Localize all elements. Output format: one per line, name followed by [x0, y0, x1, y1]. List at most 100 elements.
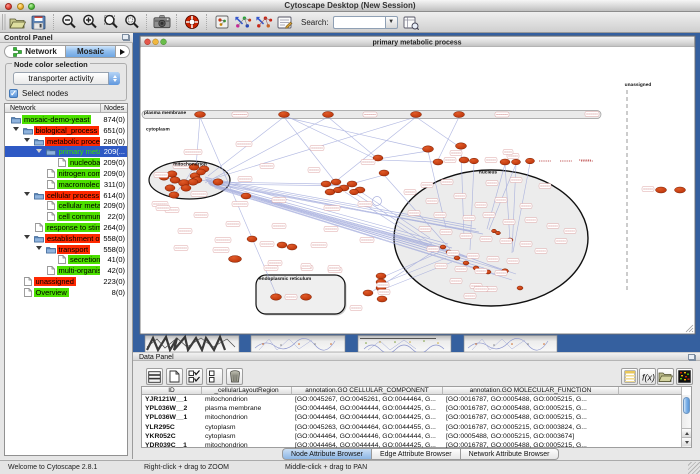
frame-close-button[interactable] — [145, 39, 151, 45]
network-node[interactable] — [454, 256, 460, 260]
network-node[interactable] — [376, 273, 386, 279]
table-scrollbar[interactable] — [681, 395, 691, 447]
float-data-panel-icon[interactable] — [689, 355, 696, 361]
network-node[interactable] — [363, 290, 373, 296]
close-window-button[interactable] — [5, 3, 12, 10]
frame-minimize-button[interactable] — [153, 39, 159, 45]
tree-row-establishment-of-lo[interactable]: establishment of lo558(0) — [5, 233, 127, 244]
new-attribute-button[interactable] — [166, 368, 183, 385]
search-config-button[interactable] — [402, 13, 420, 31]
tab-node-attribute-browser[interactable]: Node Attribute Browser — [282, 448, 372, 460]
table-cell[interactable]: YPL036W__1 — [142, 413, 202, 422]
zoom-in-button[interactable] — [81, 13, 99, 31]
table-header-annotation-go-molecular-function[interactable]: annotation.GO MOLECULAR_FUNCTION — [443, 387, 619, 395]
network-node[interactable] — [517, 286, 523, 290]
network-node[interactable] — [470, 158, 479, 164]
search-input[interactable] — [333, 16, 385, 29]
network-node[interactable] — [181, 185, 191, 191]
table-cell[interactable]: cytoplasm — [202, 432, 292, 441]
table-cell[interactable]: [GO:0016787, GO:0005488, GO:0005215, G..… — [443, 404, 619, 413]
network-node[interactable] — [279, 112, 290, 118]
heatmap-view-button[interactable] — [676, 368, 693, 385]
tree-row-biological-process[interactable]: biological_process651(0) — [5, 125, 127, 136]
tree-row-primary-metabo[interactable]: primary metabo209(... — [5, 146, 127, 157]
import-attributes-button[interactable] — [657, 368, 674, 385]
table-cell[interactable]: [GO:0044464, GO:0044444, GO:0044425, G..… — [292, 404, 443, 413]
table-header-annotation-go-cellular-component[interactable]: annotation.GO CELLULAR_COMPONENT — [292, 387, 443, 395]
network-overlay-a-button[interactable] — [234, 13, 252, 31]
tree-row-transport[interactable]: transport558(0) — [5, 244, 127, 255]
minimize-window-button[interactable] — [17, 3, 24, 10]
background-window[interactable] — [145, 336, 239, 353]
network-node[interactable] — [500, 159, 510, 165]
network-overlay-b-button[interactable] — [255, 13, 273, 31]
tree-expand-arrow-icon[interactable] — [36, 149, 42, 153]
table-cell[interactable]: YKR052C — [142, 432, 202, 441]
network-node[interactable] — [277, 242, 287, 248]
table-cell[interactable]: mitochondrion — [202, 441, 292, 450]
tree-expand-arrow-icon[interactable] — [24, 138, 30, 142]
network-node[interactable] — [463, 261, 469, 265]
table-cell[interactable]: [GO:0045263, GO:0044464, GO:0044455, G..… — [292, 423, 443, 432]
tree-row-mosaic-demo-yeast[interactable]: mosaic-demo-yeast874(0) — [5, 114, 127, 125]
table-cell[interactable]: [GO:0016787, GO:0005488, GO:0005215, G..… — [443, 413, 619, 422]
table-scrollbar-thumb[interactable] — [683, 397, 690, 414]
table-header--cellularlayoutregion[interactable]: _cellularLayoutRegion — [202, 387, 292, 395]
tree-row-overview[interactable]: Overview8(0) — [5, 287, 127, 298]
network-node[interactable] — [287, 244, 297, 250]
network-node[interactable] — [165, 185, 175, 191]
table-cell[interactable]: mitochondrion — [202, 395, 292, 404]
background-window[interactable] — [358, 336, 451, 353]
table-cell[interactable]: plasma membrane — [202, 404, 292, 413]
tree-row-nitrogen-compo[interactable]: nitrogen compo209(0) — [5, 168, 127, 179]
table-cell[interactable]: YLR295C — [142, 423, 202, 432]
tab-network[interactable]: Network — [5, 46, 65, 57]
zoom-out-button[interactable] — [60, 13, 78, 31]
table-cell[interactable]: YPL036W__2 — [142, 404, 202, 413]
table-cell[interactable]: cytoplasm — [202, 423, 292, 432]
network-node[interactable] — [379, 170, 389, 176]
network-node[interactable] — [675, 187, 686, 193]
tree-expand-arrow-icon[interactable] — [36, 246, 42, 250]
network-node[interactable] — [656, 187, 667, 193]
network-node[interactable] — [271, 294, 282, 300]
tree-row-metabolic-process[interactable]: metabolic process280(0) — [5, 136, 127, 147]
tree-row-cellular-process[interactable]: cellular process614(0) — [5, 190, 127, 201]
open-session-button[interactable] — [9, 13, 27, 31]
network-node[interactable] — [350, 189, 359, 195]
table-cell[interactable]: [GO:0044464, GO:0044446, GO:0044444, G..… — [292, 432, 443, 441]
network-node[interactable] — [512, 159, 521, 165]
tree-expand-arrow-icon[interactable] — [13, 127, 19, 131]
delete-attribute-button[interactable] — [226, 368, 243, 385]
node-color-dropdown[interactable]: transporter activity — [13, 72, 120, 85]
vizmapper-button[interactable] — [276, 13, 294, 31]
network-node[interactable] — [331, 179, 341, 185]
network-node[interactable] — [459, 157, 469, 163]
network-node[interactable] — [169, 192, 179, 198]
tab-network-attribute-browser[interactable]: Network Attribute Browser — [461, 448, 559, 460]
network-node[interactable] — [496, 231, 501, 235]
network-node[interactable] — [241, 193, 251, 199]
background-window[interactable] — [464, 336, 557, 353]
float-panel-icon[interactable] — [123, 35, 130, 41]
table-cell[interactable]: [GO:0045267, GO:0045261, GO:0044464, G..… — [292, 395, 443, 404]
tree-row-multi-organism-pro[interactable]: multi-organism pro42(0) — [5, 265, 127, 276]
table-cell[interactable]: YJR121W__1 — [142, 395, 202, 404]
tree-row-secretion[interactable]: secretion41(0) — [5, 254, 127, 265]
network-node[interactable] — [247, 236, 257, 242]
tree-row-unassigned[interactable]: unassigned223(0) — [5, 276, 127, 287]
tab-edge-attribute-browser[interactable]: Edge Attribute Browser — [372, 448, 461, 460]
tree-expand-arrow-icon[interactable] — [24, 192, 30, 196]
table-header-id[interactable]: ID — [142, 387, 202, 395]
network-node[interactable] — [433, 159, 443, 165]
network-node[interactable] — [423, 146, 434, 152]
search-dropdown-button[interactable]: ▼ — [385, 16, 398, 29]
network-canvas[interactable]: plasma membranecytoplasmmitochondrionnuc… — [141, 47, 694, 333]
network-node[interactable] — [377, 296, 387, 302]
layout-region-button[interactable] — [213, 13, 231, 31]
network-node[interactable] — [334, 187, 343, 193]
scroll-up-button[interactable] — [682, 428, 691, 437]
help-button[interactable] — [183, 13, 201, 31]
table-cell[interactable]: YDR039C__1 — [142, 441, 202, 450]
unselect-attributes-button[interactable] — [206, 368, 223, 385]
